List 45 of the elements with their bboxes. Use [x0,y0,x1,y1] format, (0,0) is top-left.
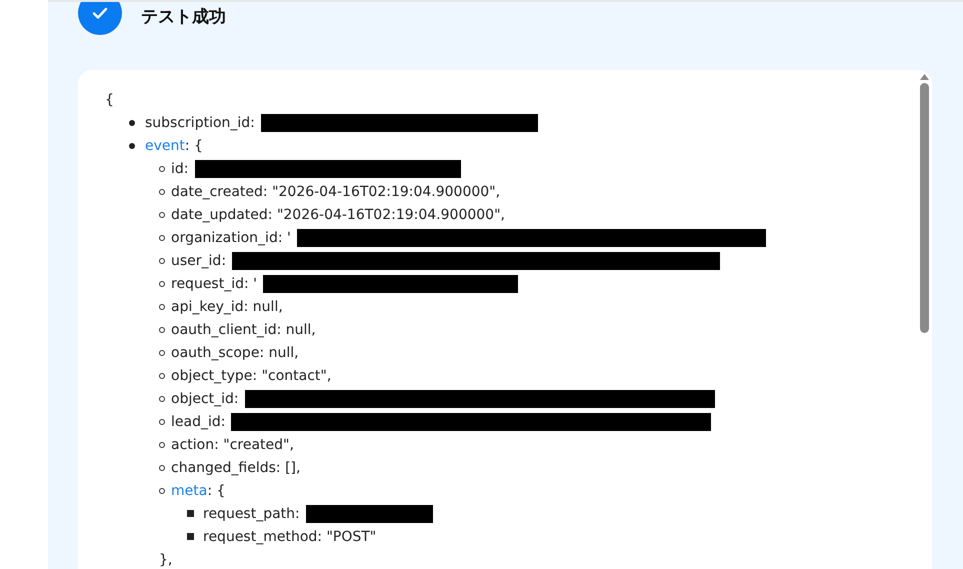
field-text: lead_id: [171,414,226,430]
scrollbar-thumb[interactable] [920,83,929,333]
field-text: changed_fields: [], [171,460,300,476]
bullet-icon [129,142,135,148]
field-text: request_method: "POST" [203,528,376,544]
result-title: テスト成功 [141,6,226,28]
field-text: oauth_client_id: null, [171,322,316,338]
field-text: request_path: [203,506,300,522]
field-text: user_id: [171,252,226,268]
bullet-icon [159,188,165,194]
bullet-icon [159,488,165,494]
bullet-icon [159,326,165,332]
field-text: id: [171,160,188,176]
bullet-icon [159,350,165,356]
field-text: date_updated: "2026-04-16T02:19:04.900000", [171,206,505,222]
scroll-up-icon[interactable] [920,74,929,80]
closing-brace: }, [159,552,172,568]
bullet-icon [187,533,194,540]
field-text: : { [184,138,203,154]
bullet-icon [159,212,165,218]
field-text: request_id: ' [171,276,258,292]
field-text: date_created: "2026-04-16T02:19:04.900000", [171,184,500,200]
bullet-icon [159,396,165,402]
bullet-icon [159,418,165,424]
field-text: organization_id: ' [171,230,291,246]
field-text: api_key_id: null, [171,298,283,314]
bullet-icon [159,234,165,240]
opening-brace: { [105,92,114,108]
object-key[interactable]: event [145,138,185,154]
bullet-icon [159,280,165,286]
bullet-icon [129,120,135,126]
object-key[interactable]: meta [171,482,208,498]
field-text: oauth_scope: null, [171,344,299,360]
field-text: object_type: "contact", [171,368,332,384]
bullet-icon [159,442,165,448]
field-text: subscription_id: [145,114,255,130]
field-text: object_id: [171,390,239,406]
bullet-icon [159,258,165,264]
field-text: : { [207,482,226,498]
bullet-icon [159,464,165,470]
bullet-icon [159,372,165,378]
field-text: action: "created", [171,436,294,452]
bullet-icon [187,510,194,517]
bullet-icon [159,166,165,172]
bullet-icon [159,304,165,310]
